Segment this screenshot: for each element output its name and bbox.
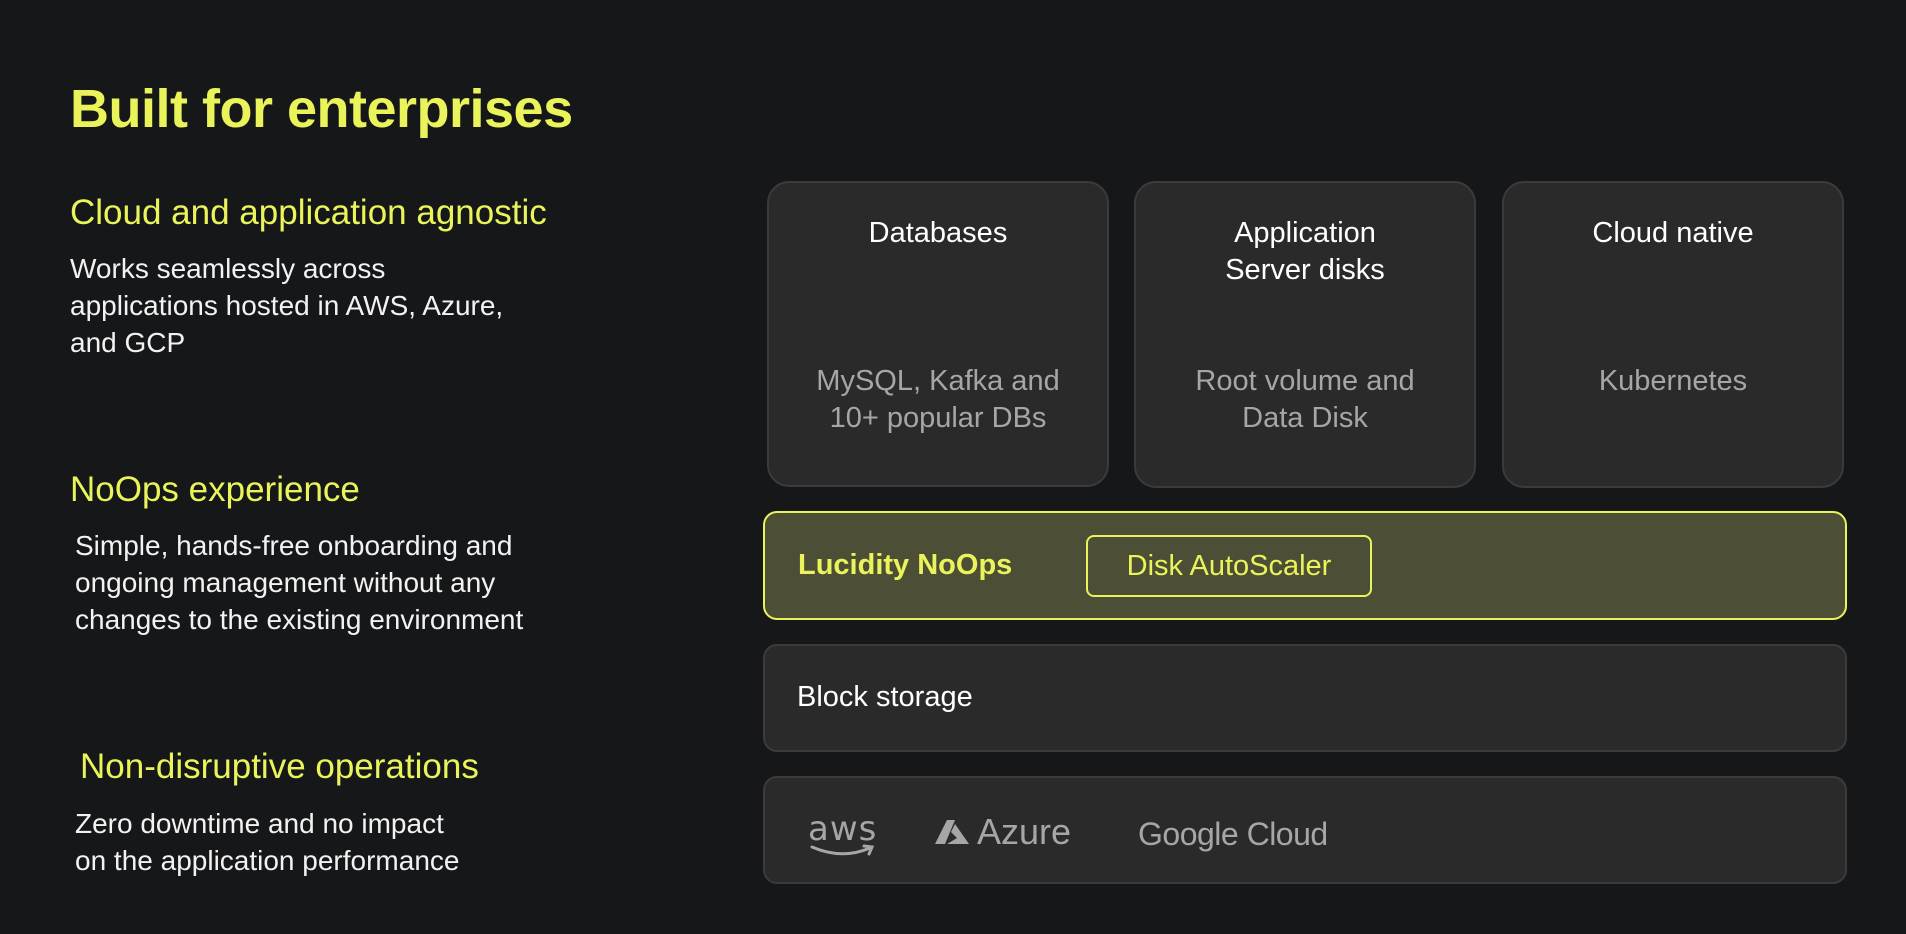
feature-heading-cloud-agnostic: Cloud and application agnostic bbox=[70, 193, 547, 232]
card-subtitle: Root volume and Data Disk bbox=[1195, 365, 1415, 434]
disk-autoscaler-badge: Disk AutoScaler bbox=[1086, 535, 1372, 597]
page-title: Built for enterprises bbox=[70, 79, 573, 139]
block-storage-layer: Block storage bbox=[763, 644, 1847, 752]
card-title: Application Server disks bbox=[1225, 217, 1385, 286]
azure-logo: Azure bbox=[933, 812, 1071, 852]
azure-logo-text: Azure bbox=[977, 811, 1072, 852]
card-application-server-disks: Application Server disks Root volume and… bbox=[1134, 181, 1476, 488]
feature-heading-non-disruptive: Non-disruptive operations bbox=[80, 747, 479, 786]
cloud-providers-layer: aws Azure Google Cloud bbox=[763, 776, 1847, 884]
aws-logo: aws bbox=[808, 812, 877, 858]
google-cloud-logo: Google Cloud bbox=[1138, 816, 1328, 852]
aws-logo-text: aws bbox=[808, 809, 878, 849]
block-storage-label: Block storage bbox=[797, 681, 973, 713]
azure-icon bbox=[935, 820, 969, 844]
feature-heading-noops: NoOps experience bbox=[70, 470, 360, 509]
feature-body-cloud-agnostic: Works seamlessly across applications hos… bbox=[70, 253, 504, 358]
card-databases: Databases MySQL, Kafka and 10+ popular D… bbox=[767, 181, 1109, 487]
feature-body-noops: Simple, hands-free onboarding and ongoin… bbox=[75, 530, 524, 635]
feature-body-non-disruptive: Zero downtime and no impact on the appli… bbox=[75, 808, 460, 876]
card-title: Cloud native bbox=[1592, 217, 1754, 249]
card-cloud-native: Cloud native Kubernetes bbox=[1502, 181, 1844, 488]
card-title: Databases bbox=[868, 217, 1008, 249]
lucidity-noops-layer: Lucidity NoOps Disk AutoScaler bbox=[763, 511, 1847, 620]
card-subtitle: Kubernetes bbox=[1598, 365, 1748, 397]
card-subtitle: MySQL, Kafka and 10+ popular DBs bbox=[816, 365, 1060, 434]
lucidity-noops-label: Lucidity NoOps bbox=[798, 549, 1013, 581]
